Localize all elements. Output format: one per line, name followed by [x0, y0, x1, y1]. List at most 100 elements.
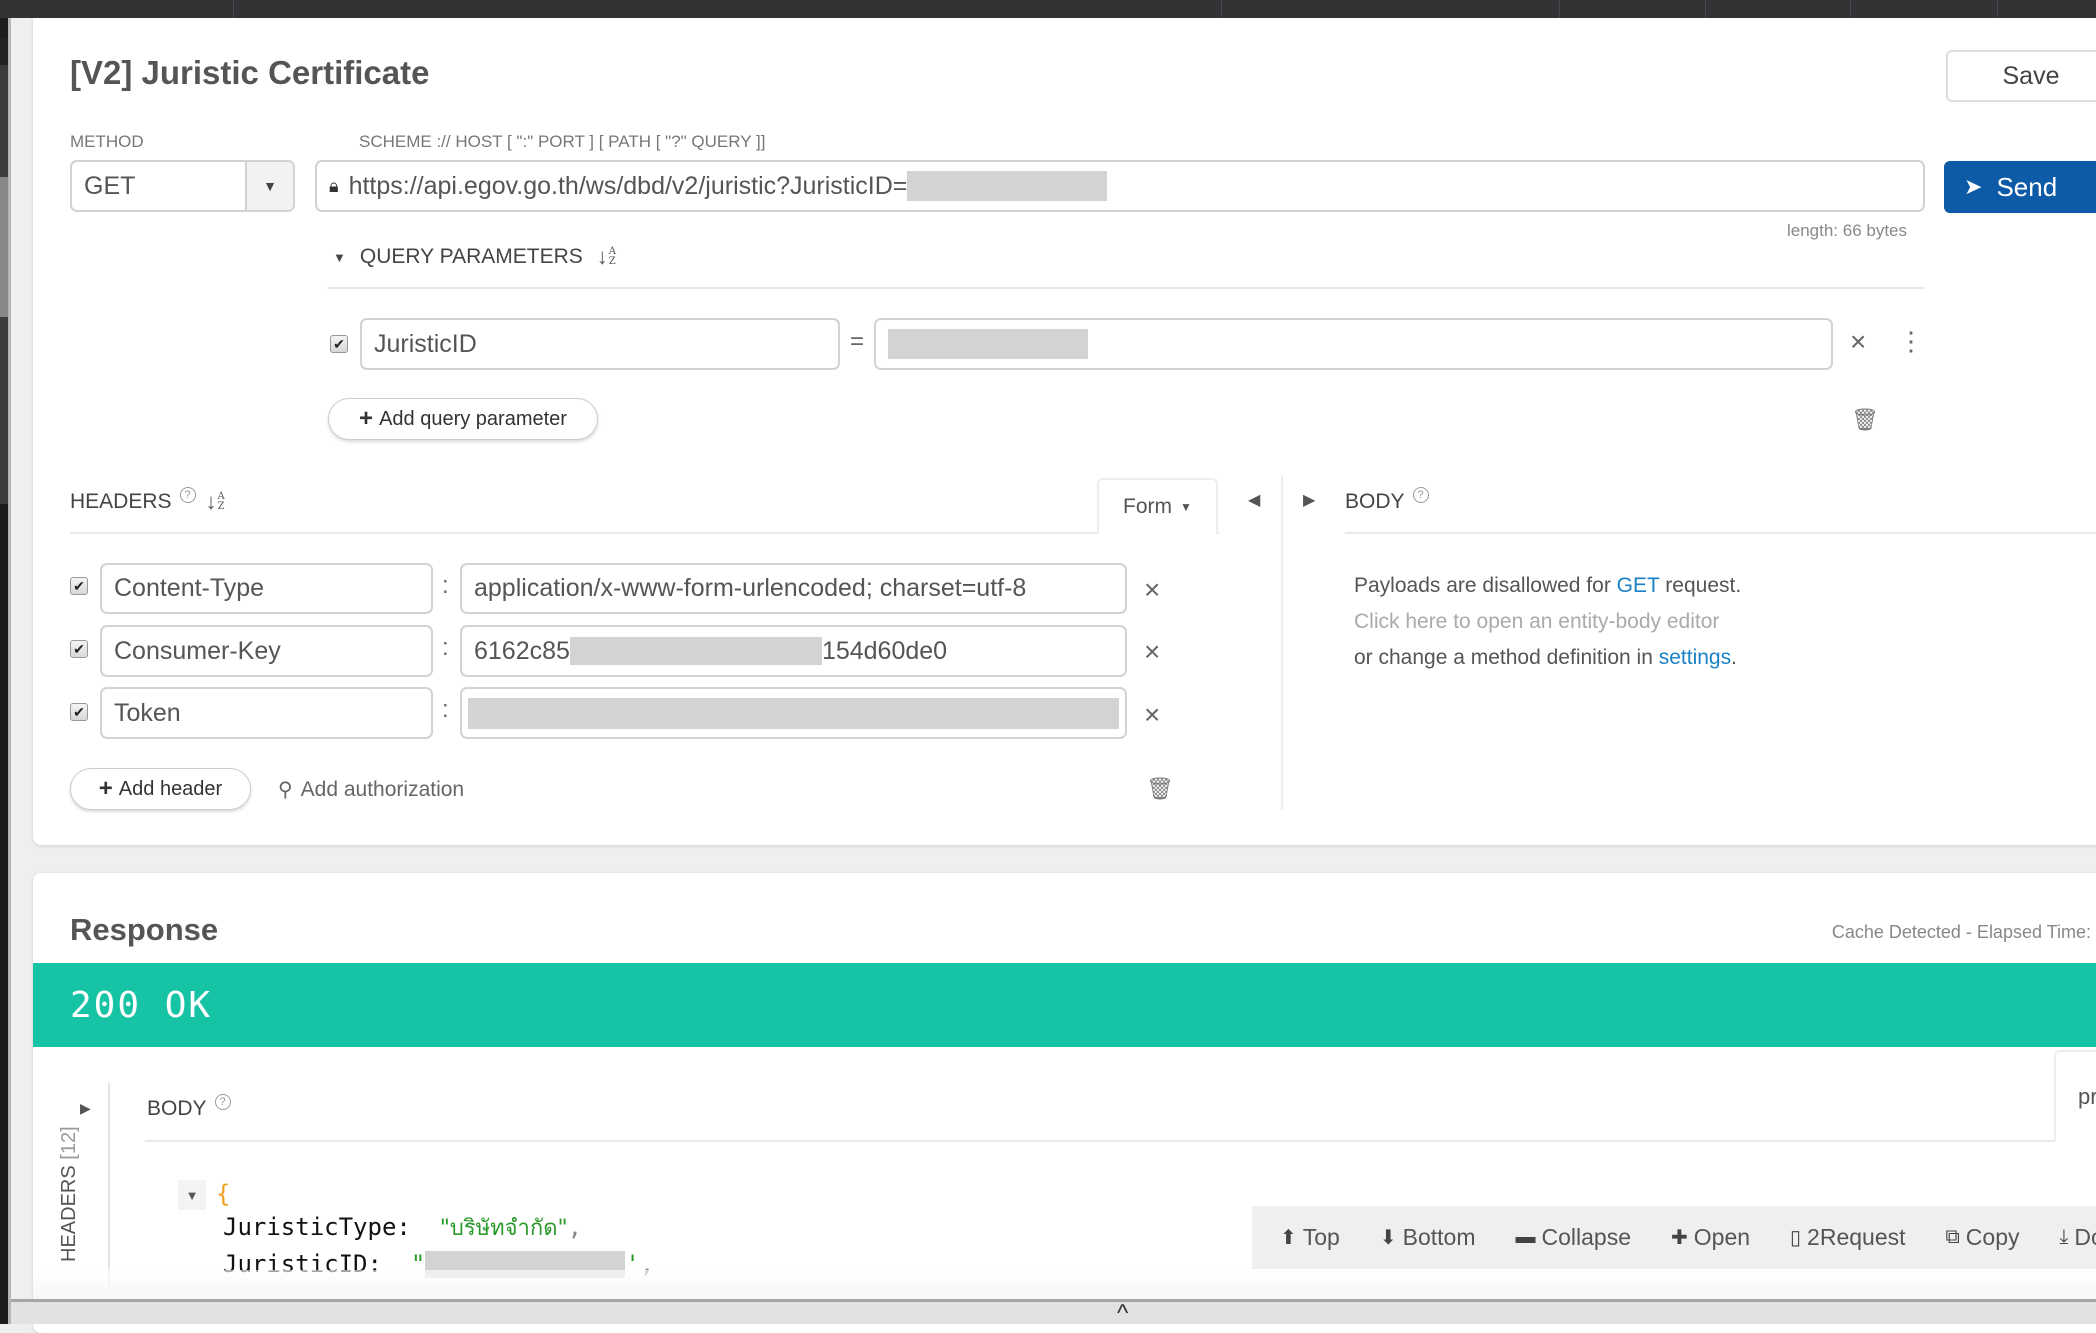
checkbox[interactable]: ✔: [70, 577, 88, 595]
open-body-editor-link[interactable]: Click here to open an entity-body editor: [1354, 604, 1741, 640]
toolbar-collapse-button[interactable]: ▬ Collapse: [1516, 1224, 1632, 1251]
method-select[interactable]: GET ▼: [70, 160, 295, 212]
header-row-checkbox[interactable]: ✔: [70, 640, 88, 658]
header-value-input[interactable]: [460, 687, 1127, 739]
checkbox[interactable]: ✔: [70, 703, 88, 721]
sort-az-icon[interactable]: ↓AZ: [597, 246, 616, 268]
header-value-input[interactable]: application/x-www-form-urlencoded; chars…: [460, 563, 1127, 614]
remove-header-icon[interactable]: ×: [1144, 638, 1160, 666]
header-separator: :: [442, 634, 449, 662]
toolbar-label: Collapse: [1542, 1224, 1632, 1251]
header-key-input[interactable]: Consumer-Key: [100, 625, 433, 677]
equals-sign: =: [850, 328, 864, 356]
header-separator: :: [442, 572, 449, 600]
response-title: Response: [70, 912, 218, 948]
tab-divider: [233, 0, 234, 18]
redacted-value: [907, 171, 1107, 201]
sidebar-border: [8, 18, 11, 1324]
param-value-input[interactable]: [874, 318, 1833, 370]
trash-icon[interactable]: 🗑︎: [1146, 776, 1174, 802]
param-row: ✔: [330, 335, 348, 353]
toolbar-do-button[interactable]: ⤓Do: [2060, 1224, 2096, 1251]
headers-count: [12]: [58, 1126, 80, 1159]
method-label: METHOD: [70, 132, 144, 152]
query-params-label: QUERY PARAMETERS: [360, 245, 583, 269]
save-button[interactable]: Save: [1946, 50, 2096, 102]
url-input[interactable]: 🔒︎ https://api.egov.go.th/ws/dbd/v2/juri…: [315, 160, 1925, 212]
add-query-param-button[interactable]: + Add query parameter: [328, 398, 598, 440]
url-format-label: SCHEME :// HOST [ ":" PORT ] [ PATH [ "?…: [359, 132, 765, 152]
remove-header-icon[interactable]: ×: [1144, 701, 1160, 729]
add-query-param-label: Add query parameter: [379, 408, 567, 431]
toolbar-bottom-button[interactable]: ⬇Bottom: [1380, 1224, 1476, 1251]
trash-icon[interactable]: 🗑︎: [1851, 407, 1879, 433]
save-label: Save: [2003, 62, 2060, 91]
expand-headers-icon[interactable]: ▶: [80, 1100, 91, 1117]
file-request-icon: ▯: [1790, 1225, 1801, 1250]
headers-label: HEADERS: [70, 490, 172, 514]
param-key: JuristicID: [374, 330, 477, 359]
header-value-input[interactable]: 6162c85 154d60de0: [460, 625, 1127, 677]
lock-icon: 🔒︎: [329, 176, 339, 197]
request-title: [V2] Juristic Certificate: [70, 54, 429, 92]
header-value-prefix: 6162c85: [474, 637, 570, 666]
sort-az-icon[interactable]: ↓AZ: [206, 491, 225, 513]
url-text: https://api.egov.go.th/ws/dbd/v2/juristi…: [349, 172, 908, 201]
send-button[interactable]: ➤ Send: [1944, 161, 2096, 213]
divider: [1217, 532, 1219, 534]
query-params-header[interactable]: ▼ QUERY PARAMETERS ↓AZ: [333, 245, 616, 269]
response-headers-tab[interactable]: HEADERS [12]: [58, 1126, 81, 1262]
header-separator: :: [442, 696, 449, 724]
caret-down-icon[interactable]: ▼: [333, 250, 346, 265]
key-icon: ⚲: [278, 777, 293, 802]
redacted-value: [888, 329, 1088, 359]
payload-disallowed-line: Payloads are disallowed for GET request.: [1354, 568, 1741, 604]
minus-square-icon: ▬: [1516, 1226, 1536, 1249]
settings-link[interactable]: settings: [1659, 646, 1731, 669]
redacted-value: [570, 637, 822, 665]
arrow-down-circle-icon: ⬇: [1380, 1225, 1397, 1250]
toolbar-top-button[interactable]: ⬆Top: [1280, 1224, 1340, 1251]
help-icon[interactable]: ?: [180, 487, 196, 503]
format-tab[interactable]: pr: [2054, 1050, 2096, 1141]
body-section-header: BODY ?: [1345, 490, 1429, 514]
header-row-checkbox[interactable]: ✔: [70, 703, 88, 721]
header-key-input[interactable]: Content-Type: [100, 563, 433, 614]
help-icon[interactable]: ?: [215, 1094, 231, 1110]
more-vertical-icon[interactable]: ⋮: [1898, 328, 1924, 354]
toolbar-2request-button[interactable]: ▯2Request: [1790, 1224, 1905, 1251]
remove-header-icon[interactable]: ×: [1144, 576, 1160, 604]
bottom-panel-bar[interactable]: ^: [11, 1299, 2096, 1324]
copy-icon: ⧉: [1946, 1226, 1960, 1249]
remove-param-icon[interactable]: ×: [1850, 328, 1866, 356]
header-key-input[interactable]: Token: [100, 687, 433, 739]
add-authorization-link[interactable]: ⚲ Add authorization: [278, 777, 464, 802]
tab-divider: [1221, 0, 1222, 18]
body-message: Payloads are disallowed for GET request.…: [1354, 568, 1741, 676]
plus-icon: +: [99, 775, 113, 803]
tab-divider: [1997, 0, 1998, 18]
response-body-header: BODY ?: [147, 1097, 231, 1121]
checkbox[interactable]: ✔: [70, 640, 88, 658]
help-icon[interactable]: ?: [1413, 487, 1429, 503]
add-header-button[interactable]: + Add header: [70, 768, 251, 810]
toolbar-label: Bottom: [1403, 1224, 1476, 1251]
add-authorization-label: Add authorization: [301, 778, 464, 802]
expand-right-icon[interactable]: ▶: [1303, 490, 1315, 510]
headers-tab-label: HEADERS: [58, 1165, 80, 1262]
chevron-down-icon[interactable]: ▼: [245, 162, 293, 210]
toolbar-copy-button[interactable]: ⧉Copy: [1946, 1224, 2020, 1251]
sidebar-segment: [0, 317, 8, 504]
collapse-json-toggle[interactable]: ▼: [178, 1180, 206, 1210]
collapse-left-icon[interactable]: ◀: [1248, 490, 1260, 510]
form-tab[interactable]: Form ▼: [1097, 478, 1218, 534]
param-enabled-checkbox[interactable]: ✔: [330, 335, 348, 353]
header-row-checkbox[interactable]: ✔: [70, 577, 88, 595]
panel-splitter[interactable]: [1281, 475, 1283, 810]
json-line: JuristicType: "บริษัทจำกัด",: [223, 1210, 582, 1245]
toolbar-open-button[interactable]: ✚Open: [1671, 1224, 1750, 1251]
param-key-input[interactable]: JuristicID: [360, 318, 840, 370]
tab-divider: [1705, 0, 1706, 18]
caret-down-icon: ▼: [1180, 500, 1192, 514]
send-label: Send: [1996, 172, 2057, 203]
